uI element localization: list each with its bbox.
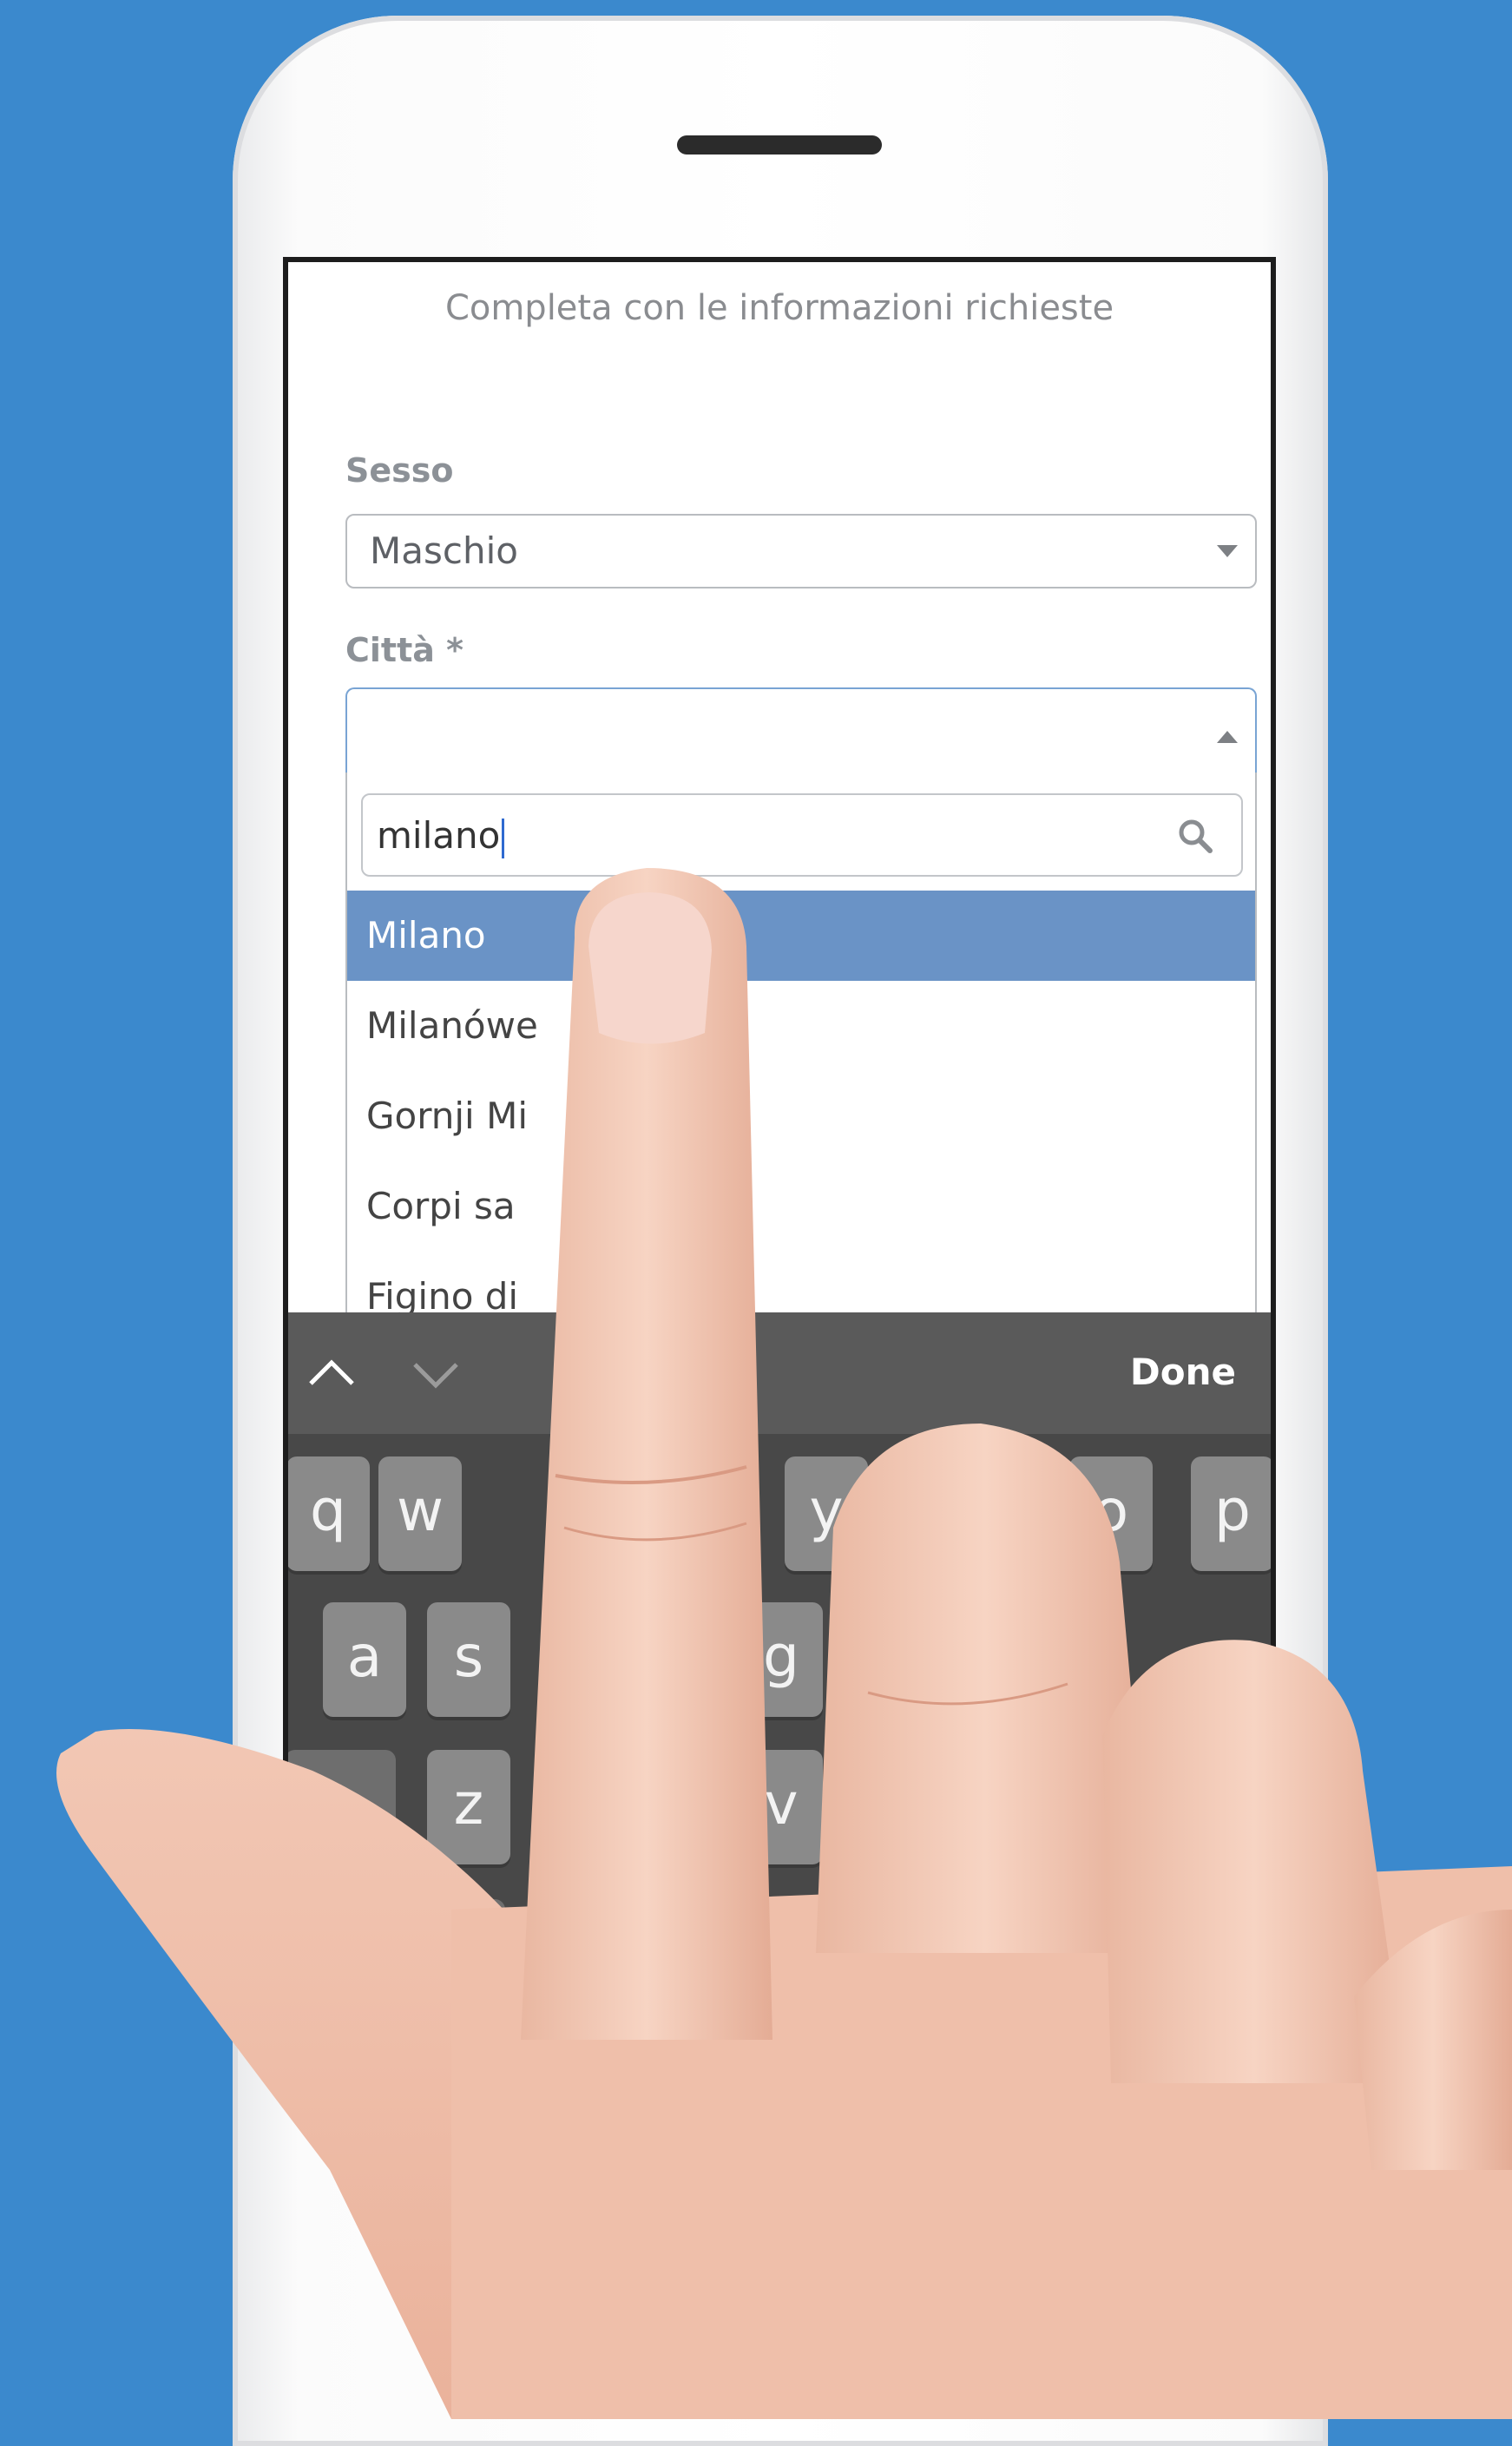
sesso-value: Maschio [370, 529, 518, 572]
key-y[interactable]: y [785, 1456, 868, 1571]
key-z[interactable]: z [427, 1750, 510, 1864]
option-corpi[interactable]: Corpi sa [347, 1161, 1255, 1252]
shift-icon [318, 1785, 363, 1828]
chevron-up-icon[interactable] [306, 1347, 358, 1399]
key-o[interactable]: o [1069, 1456, 1153, 1571]
chevron-down-icon[interactable] [410, 1347, 462, 1399]
option-milano[interactable]: Milano [347, 891, 1255, 981]
globe-key[interactable] [410, 1899, 505, 2007]
chevron-up-icon [1217, 731, 1238, 743]
numbers-key[interactable]: 23 [288, 1899, 396, 2007]
key-q[interactable]: q [288, 1456, 370, 1571]
chevron-down-icon [1217, 545, 1238, 557]
key-a[interactable]: a [323, 1602, 406, 1717]
citta-label: Città * [345, 631, 463, 669]
phone-screen: Completa con le informazioni richieste S… [288, 262, 1271, 2007]
citta-search-input[interactable]: milano [361, 793, 1243, 877]
key-v[interactable]: v [740, 1750, 823, 1864]
search-icon [1179, 819, 1213, 853]
key-w[interactable]: w [378, 1456, 462, 1571]
form-header: Completa con le informazioni richieste [444, 288, 1114, 328]
shift-key[interactable] [288, 1750, 396, 1864]
citta-select[interactable] [345, 687, 1257, 774]
key-p[interactable]: p [1191, 1456, 1271, 1571]
option-milanowe[interactable]: Milanówe [347, 981, 1255, 1071]
phone-speaker [677, 135, 882, 155]
key-s[interactable]: s [427, 1602, 510, 1717]
sesso-label: Sesso [345, 451, 454, 490]
globe-icon [434, 1932, 481, 1979]
done-button[interactable]: Done [1130, 1351, 1236, 1393]
sesso-select[interactable]: Maschio [345, 514, 1257, 588]
search-value: milano [377, 814, 501, 857]
option-gornji[interactable]: Gornji Mi [347, 1071, 1255, 1161]
text-caret [502, 818, 505, 858]
keyboard-toolbar: Done [288, 1312, 1271, 1434]
keyboard: Done q w y o p a s g z v 23 [288, 1312, 1271, 2007]
key-g[interactable]: g [740, 1602, 823, 1717]
